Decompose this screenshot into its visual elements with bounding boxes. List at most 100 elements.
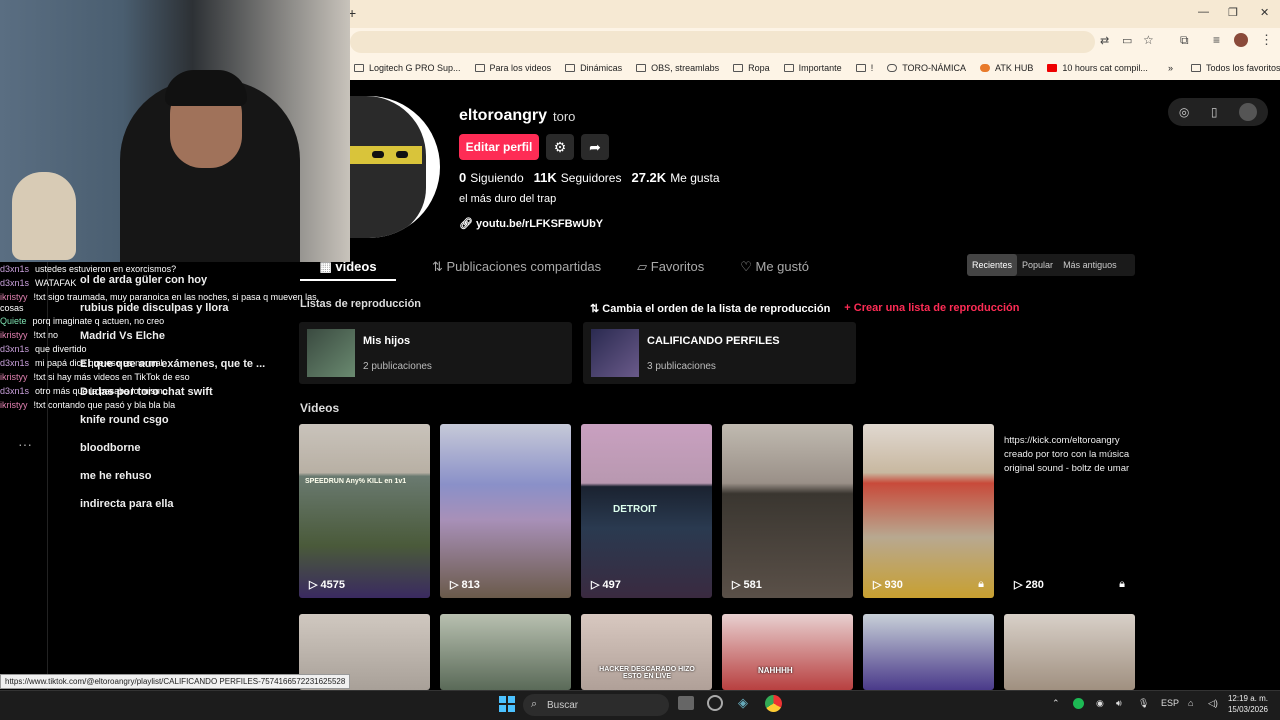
search-label: Buscar: [547, 699, 579, 711]
browser-tab-strip: + — ❐ ✕: [348, 0, 1280, 28]
taskbar-search[interactable]: ⌕ Buscar: [523, 694, 669, 716]
sort-popular[interactable]: Popular: [1017, 260, 1058, 270]
close-icon[interactable]: ✕: [1260, 6, 1269, 19]
all-favorites[interactable]: Todos los favoritos: [1190, 63, 1280, 73]
video-caption: SPEEDRUN Any% KILL en 1v1: [305, 478, 407, 485]
folder-icon: [474, 64, 485, 72]
video-thumbnail[interactable]: HACKER DESCARADO HIZO ESTO EN LIVE: [581, 614, 712, 690]
video-thumbnail[interactable]: SPEEDRUN Any% KILL en 1v1 ▷ 4575: [299, 424, 430, 598]
playlist-name: Mis hijos: [363, 335, 411, 347]
video-thumbnail[interactable]: DETROIT ▷ 497: [581, 424, 712, 598]
translate-icon[interactable]: ⇄: [1100, 34, 1109, 47]
sidebar-item[interactable]: indirecta para ella: [80, 498, 265, 526]
profile-avatar[interactable]: [1234, 33, 1248, 47]
settings-button[interactable]: ⚙: [546, 134, 574, 160]
chat-message: Quiete porq imaginate q actuen, no creo: [0, 314, 350, 328]
followers-count: 11K: [533, 170, 557, 185]
bookmark-item[interactable]: 10 hours cat compil...: [1047, 63, 1148, 73]
sidebar-item[interactable]: me he rehuso: [80, 470, 265, 498]
create-playlist-button[interactable]: + Crear una lista de reproducción: [844, 302, 1019, 315]
clock[interactable]: 12:19 a. m. 15/03/2026: [1226, 693, 1268, 715]
chat-text: !txt contando que pasó y bla bla bla: [33, 400, 176, 410]
bookmark-star-icon[interactable]: ☆: [1143, 33, 1154, 47]
folder-icon: [733, 64, 744, 72]
chat-message: d3xn1s que divertido: [0, 342, 350, 356]
tab-liked[interactable]: ♡ Me gustó: [740, 255, 809, 281]
chat-username: ikristyy: [0, 372, 28, 382]
video-thumbnail[interactable]: https://kick.com/eltoroangry creado por …: [1004, 424, 1135, 598]
extensions-icon[interactable]: ⧉: [1180, 33, 1189, 48]
video-thumbnail[interactable]: NAHHHH: [722, 614, 853, 690]
start-button[interactable]: [499, 696, 515, 712]
tab-label: Me gustó: [755, 259, 809, 274]
video-thumbnail[interactable]: [1004, 614, 1135, 690]
restore-icon[interactable]: ❐: [1228, 6, 1238, 19]
bookmark-item[interactable]: ATK HUB: [980, 63, 1033, 73]
spotify-icon[interactable]: [1073, 698, 1084, 709]
video-thumbnail[interactable]: ▷ 813: [440, 424, 571, 598]
chat-username: ikristyy: [0, 400, 28, 410]
address-bar-row: ⇄ ▭ ☆ ⧉ ≡ ⋮: [350, 28, 1280, 56]
reading-list-icon[interactable]: ≡: [1213, 33, 1220, 47]
video-thumbnail[interactable]: [863, 614, 994, 690]
bookmark-item[interactable]: !: [855, 63, 873, 73]
clock-date: 15/03/2026: [1227, 705, 1268, 714]
bookmark-label: ATK HUB: [995, 63, 1034, 73]
folder-icon: [1190, 64, 1201, 72]
bookmark-item[interactable]: TORO-NÁMICA: [887, 63, 966, 73]
create-label: Crear una lista de reproducción: [853, 302, 1020, 314]
gear-icon: ⚙: [553, 138, 567, 155]
menu-icon[interactable]: ⋮: [1260, 32, 1273, 48]
bookmark-item[interactable]: Dinámicas: [565, 63, 622, 73]
ninja-avatar-icon: [350, 96, 426, 238]
more-bookmarks-icon[interactable]: »: [1168, 63, 1173, 73]
atk-icon: [980, 64, 991, 72]
sort-oldest[interactable]: Más antiguos: [1058, 260, 1122, 270]
bookmark-item[interactable]: OBS, streamlabs: [636, 63, 719, 73]
top-right-tools: ◎ ▯: [1168, 98, 1268, 126]
bookmark-item[interactable]: Importante: [783, 63, 842, 73]
chat-message: ikristyy !txt contando que pasó y bla bla…: [0, 398, 350, 412]
obs-icon[interactable]: [707, 695, 723, 711]
chat-username: ikristyy: [0, 292, 28, 302]
task-view-icon[interactable]: [678, 696, 694, 710]
chat-message: ikristyy !txt no: [0, 328, 350, 342]
tab-reposts[interactable]: ⇅ Publicaciones compartidas: [432, 255, 601, 281]
likes-count: 27.2K: [631, 170, 667, 185]
speaker-icon[interactable]: ◁): [1208, 698, 1218, 709]
sort-recent[interactable]: Recientes: [967, 254, 1018, 276]
user-avatar-small[interactable]: [1239, 103, 1258, 121]
discord-icon[interactable]: ◉: [1096, 698, 1104, 709]
reorder-playlists-button[interactable]: ⇅ Cambia el orden de la lista de reprodu…: [590, 302, 830, 315]
video-thumbnail[interactable]: ▷ 930 🔒︎: [863, 424, 994, 598]
microphone-icon[interactable]: 🎙︎: [1138, 698, 1149, 709]
cast-icon[interactable]: ▭: [1122, 34, 1132, 47]
address-bar[interactable]: [350, 31, 1095, 53]
following-stat[interactable]: 0 Siguiendo: [459, 170, 524, 185]
device-icon[interactable]: ▯: [1211, 105, 1218, 119]
tab-favorites[interactable]: ▱ Favoritos: [637, 255, 704, 281]
sidebar-item[interactable]: bloodborne: [80, 442, 265, 470]
bookmark-item[interactable]: Logitech G PRO Sup...: [354, 63, 461, 73]
more-icon[interactable]: ···: [18, 436, 32, 452]
playlist-card[interactable]: CALIFICANDO PERFILES 3 publicaciones: [583, 322, 856, 384]
video-thumbnail[interactable]: ▷ 581: [722, 424, 853, 598]
video-thumbnail[interactable]: [440, 614, 571, 690]
coins-icon[interactable]: ◎: [1179, 105, 1189, 119]
bookmark-item[interactable]: Ropa: [733, 63, 770, 73]
edit-profile-button[interactable]: Editar perfil: [459, 134, 539, 160]
volume-icon[interactable]: 🔊︎: [1116, 698, 1122, 709]
app-icon[interactable]: ◈: [738, 695, 748, 711]
tray-expand-icon[interactable]: ⌃: [1052, 698, 1060, 709]
chrome-icon[interactable]: [765, 695, 782, 712]
clock-time: 12:19 a. m.: [1227, 694, 1268, 703]
minimize-icon[interactable]: —: [1198, 6, 1209, 18]
folder-icon: [783, 64, 794, 72]
followers-stat[interactable]: 11K Seguidores: [534, 170, 622, 185]
language-indicator[interactable]: ESP: [1161, 698, 1179, 708]
profile-link[interactable]: 🔗︎ youtu.be/rLFKSFBwUbY: [459, 217, 603, 230]
network-icon[interactable]: ⌂: [1188, 698, 1193, 708]
bookmark-item[interactable]: Para los videos: [474, 63, 551, 73]
bookmark-icon: ▱: [637, 259, 651, 274]
share-button[interactable]: ➦: [581, 134, 609, 160]
